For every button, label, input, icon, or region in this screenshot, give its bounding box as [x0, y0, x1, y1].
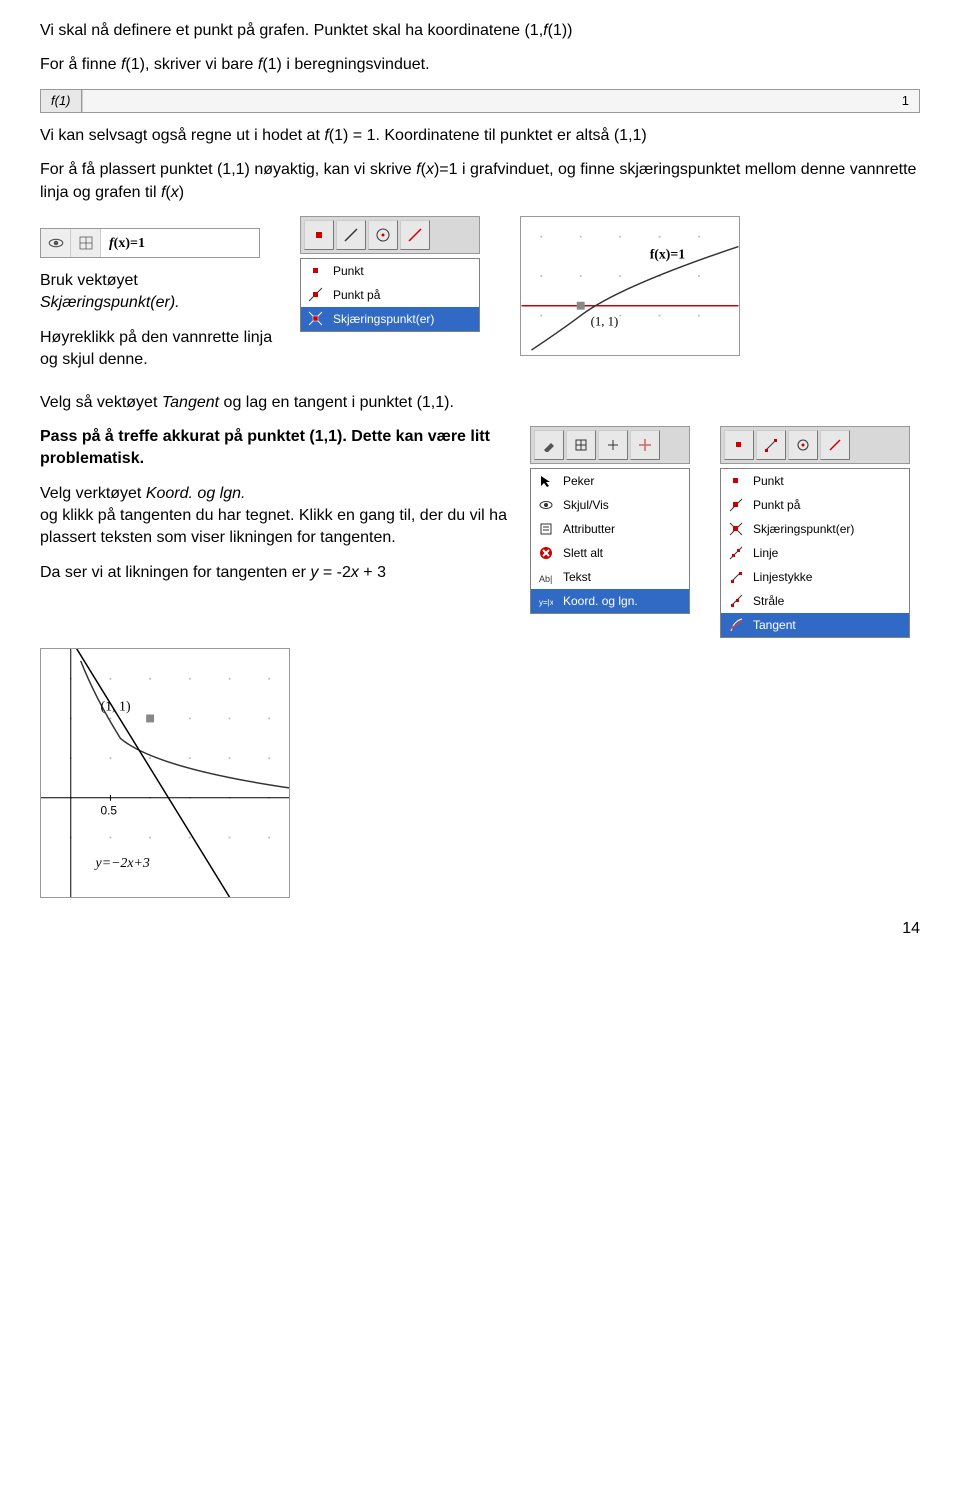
paragraph-6: Høyreklikk på den vannrette linja og skj… [40, 327, 280, 372]
toolbar-strip-1 [300, 216, 480, 254]
m3-intersection-icon [727, 520, 745, 538]
formula-input-text: f(x)=1 [101, 233, 153, 254]
delete-icon [537, 544, 555, 562]
paragraph-1: Vi skal nå definere et punkt på grafen. … [40, 20, 920, 42]
menu3-strale[interactable]: Stråle [721, 589, 909, 613]
cell-value: 1 [82, 90, 920, 112]
move-tool-icon[interactable] [630, 430, 660, 460]
segment-tool-icon[interactable] [756, 430, 786, 460]
menu3-punkt-pa[interactable]: Punkt på [721, 493, 909, 517]
svg-text:(1, 1): (1, 1) [591, 314, 619, 328]
menu3-skjaering[interactable]: Skjæringspunkt(er) [721, 517, 909, 541]
menu3-punkt[interactable]: Punkt [721, 469, 909, 493]
svg-text:(1, 1): (1, 1) [101, 699, 131, 714]
grid-tool-icon[interactable] [566, 430, 596, 460]
toolbar-strip-2 [530, 426, 690, 464]
m3-line-icon [727, 544, 745, 562]
attributes-icon [537, 520, 555, 538]
paragraph-2: For å finne f(1), skriver vi bare f(1) i… [40, 54, 920, 76]
paragraph-3: Vi kan selvsagt også regne ut i hodet at… [40, 125, 920, 147]
paragraph-9: Velg verktøyet Koord. og lgn. og klikk p… [40, 483, 510, 550]
axes-tool-icon[interactable] [598, 430, 628, 460]
menu-item-punkt[interactable]: Punkt [301, 259, 479, 283]
paragraph-10: Da ser vi at likningen for tangenten er … [40, 562, 510, 584]
m3-point-icon [727, 472, 745, 490]
menu3-linjestykke[interactable]: Linjestykke [721, 565, 909, 589]
paragraph-7: Velg så vektøyet Tangent og lag en tange… [40, 392, 920, 414]
wrench-icon[interactable] [534, 430, 564, 460]
menu-item-punkt-pa[interactable]: Punkt på [301, 283, 479, 307]
circle-tool-icon[interactable] [788, 430, 818, 460]
menu-item-peker[interactable]: Peker [531, 469, 689, 493]
toolbar-tangent-icon[interactable] [400, 220, 430, 250]
m3-point-on-icon [727, 496, 745, 514]
text-icon: Ab| [537, 568, 555, 586]
point-icon [307, 262, 325, 280]
toolbar-line-icon[interactable] [336, 220, 366, 250]
svg-text:y=−2x+3: y=−2x+3 [94, 856, 150, 871]
paragraph-5: Bruk vektøyet Skjæringspunkt(er). [40, 270, 280, 315]
svg-text:Ab|: Ab| [539, 574, 552, 584]
line-tools-menu: Punkt Punkt på Skjæringspunkt(er) Linje … [720, 468, 910, 638]
svg-text:f(x)=1: f(x)=1 [650, 246, 686, 262]
menu3-linje[interactable]: Linje [721, 541, 909, 565]
menu-item-attributter[interactable]: Attributter [531, 517, 689, 541]
m3-ray-icon [727, 592, 745, 610]
m3-segment-icon [727, 568, 745, 586]
menu-item-skjaeringspunkt[interactable]: Skjæringspunkt(er) [301, 307, 479, 331]
svg-text:0.5: 0.5 [101, 804, 118, 818]
context-menu-2: Peker Skjul/Vis Attributter Slett alt Ab… [530, 468, 690, 614]
eye-menu-icon [537, 496, 555, 514]
menu-item-skjulvis[interactable]: Skjul/Vis [531, 493, 689, 517]
eye-icon[interactable] [41, 229, 71, 257]
graph-viewport-1: f(x)=1 (1, 1) [520, 216, 740, 356]
cell-label: f(1) [41, 90, 82, 112]
paragraph-8: Pass på å treffe akkurat på punktet (1,1… [40, 426, 510, 471]
menu3-tangent[interactable]: Tangent [721, 613, 909, 637]
paragraph-4: For å få plassert punktet (1,1) nøyaktig… [40, 159, 920, 204]
koord-icon: y=|x| [537, 592, 555, 610]
pointer-icon [537, 472, 555, 490]
svg-text:y=|x|: y=|x| [539, 598, 553, 607]
point-on-icon [307, 286, 325, 304]
m3-tangent-icon [727, 616, 745, 634]
intersection-icon [307, 310, 325, 328]
menu-item-slett[interactable]: Slett alt [531, 541, 689, 565]
point-tool-icon[interactable] [724, 430, 754, 460]
grid-icon[interactable] [71, 229, 101, 257]
page-number: 14 [40, 918, 920, 940]
tangent-tool-icon[interactable] [820, 430, 850, 460]
calc-result-cell: f(1) 1 [40, 89, 920, 113]
menu-item-koord[interactable]: y=|x| Koord. og lgn. [531, 589, 689, 613]
toolbar-circle-icon[interactable] [368, 220, 398, 250]
graph-viewport-2: 0.5 (1, 1) y=−2x+3 [40, 648, 290, 898]
point-menu: Punkt Punkt på Skjæringspunkt(er) [300, 258, 480, 332]
toolbar-point-icon[interactable] [304, 220, 334, 250]
toolbar-strip-3 [720, 426, 910, 464]
formula-input-bar[interactable]: f(x)=1 [40, 228, 260, 258]
menu-item-tekst[interactable]: Ab| Tekst [531, 565, 689, 589]
